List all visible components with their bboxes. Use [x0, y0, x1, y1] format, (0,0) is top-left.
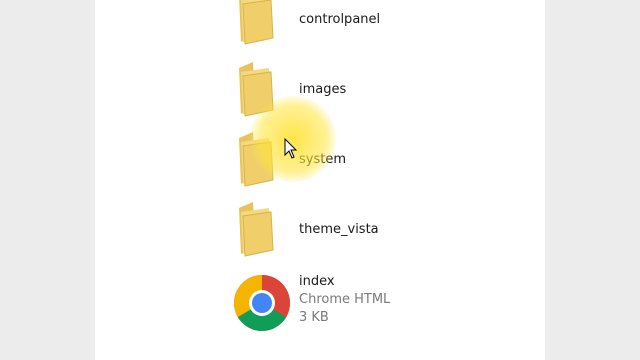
- file-name: system: [299, 152, 346, 167]
- folder-item-theme-vista[interactable]: theme_vista: [95, 198, 545, 262]
- file-name: index: [299, 274, 335, 289]
- folder-item-controlpanel[interactable]: controlpanel: [95, 0, 545, 50]
- file-type: Chrome HTML: [299, 292, 391, 307]
- file-list-pane: controlpanel images system theme_vista i…: [95, 0, 545, 360]
- file-item-index[interactable]: index Chrome HTML 3 KB: [95, 270, 545, 340]
- chrome-icon: [233, 274, 291, 332]
- mouse-cursor-icon: [284, 137, 298, 160]
- file-name: theme_vista: [299, 222, 379, 237]
- file-name: controlpanel: [299, 12, 381, 27]
- folder-icon: [233, 198, 281, 257]
- file-name: images: [299, 82, 347, 97]
- folder-item-images[interactable]: images: [95, 58, 545, 122]
- folder-icon: [233, 128, 281, 187]
- folder-icon: [233, 58, 281, 117]
- file-size: 3 KB: [299, 310, 329, 325]
- folder-icon: [233, 0, 281, 45]
- folder-item-system[interactable]: system: [95, 128, 545, 192]
